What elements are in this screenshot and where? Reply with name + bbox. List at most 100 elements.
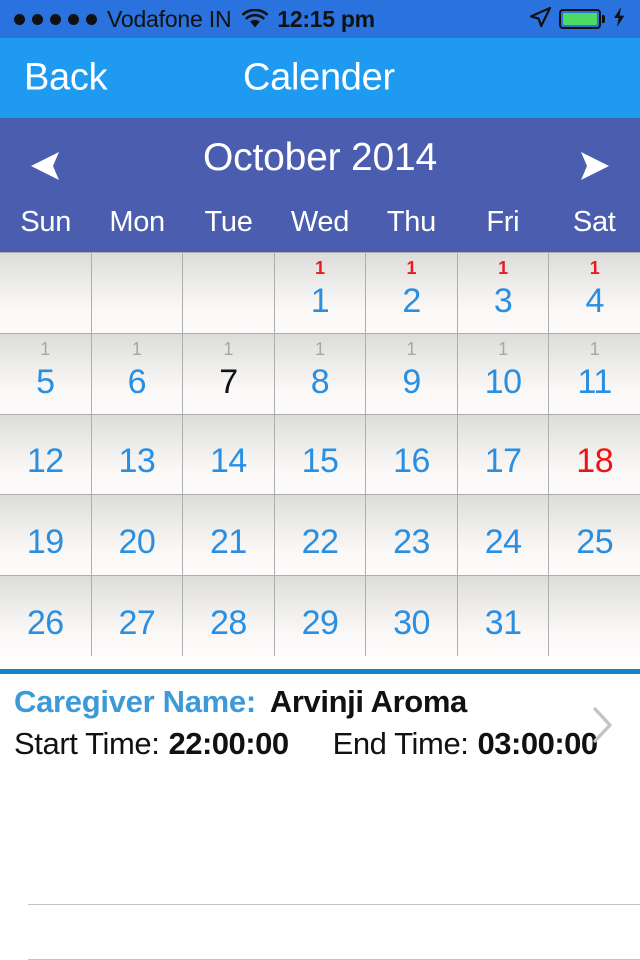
day-number: 19 bbox=[26, 522, 64, 561]
lightning-bolt-icon bbox=[612, 6, 626, 33]
calendar-day-cell[interactable]: 21 bbox=[183, 495, 274, 576]
start-time-value: 22:00:00 bbox=[168, 726, 289, 761]
calendar-day-cell[interactable]: 30 bbox=[366, 576, 457, 656]
weekday-header-row: Sun Mon Tue Wed Thu Fri Sat bbox=[0, 200, 640, 252]
day-number: 16 bbox=[393, 441, 430, 480]
day-number: 15 bbox=[301, 441, 339, 480]
day-number: 29 bbox=[301, 603, 339, 642]
day-event-badge: 1 bbox=[406, 258, 417, 278]
appointment-detail-row[interactable]: Caregiver Name: Arvinji Aroma Start Time… bbox=[0, 674, 640, 775]
calendar-day-cell[interactable]: 28 bbox=[183, 576, 274, 656]
times-line: Start Time: 22:00:00 End Time: 03:00:00 bbox=[14, 726, 598, 762]
caregiver-line: Caregiver Name: Arvinji Aroma bbox=[14, 684, 467, 720]
calendar-day-cell[interactable]: 17 bbox=[183, 333, 274, 414]
day-number: 8 bbox=[310, 363, 330, 402]
calendar-day-cell[interactable]: 1 11 bbox=[549, 333, 640, 414]
day-event-badge: 1 bbox=[314, 338, 325, 359]
weekday-label-wed: Wed bbox=[290, 206, 350, 238]
day-number: 18 bbox=[576, 441, 614, 480]
calendar-screen: Vodafone IN 12:15 pm Back Calender Octob… bbox=[0, 0, 640, 960]
day-number: 21 bbox=[210, 522, 247, 561]
day-number: 2 bbox=[402, 282, 421, 321]
back-button[interactable]: Back bbox=[24, 57, 108, 100]
signal-strength-dots bbox=[14, 13, 97, 25]
calendar-day-cell[interactable]: 12 bbox=[0, 414, 91, 495]
day-number: 20 bbox=[118, 522, 156, 561]
day-number: 30 bbox=[393, 603, 430, 642]
day-event-badge: 1 bbox=[223, 338, 234, 359]
weekday-label-fri: Fri bbox=[486, 206, 520, 238]
empty-list-row-1[interactable] bbox=[0, 775, 640, 905]
chevron-right-icon bbox=[592, 706, 614, 744]
calendar-day-cell[interactable]: 19 bbox=[0, 495, 91, 576]
calendar-cell-empty bbox=[549, 576, 640, 656]
calendar-day-cell[interactable]: 23 bbox=[366, 495, 457, 576]
empty-list-row-2[interactable] bbox=[0, 905, 640, 960]
weekday-label-mon: Mon bbox=[109, 206, 165, 238]
caregiver-name-label: Caregiver Name: bbox=[14, 684, 256, 719]
clock-label: 12:15 pm bbox=[277, 5, 375, 32]
calendar-day-cell[interactable]: 1 10 bbox=[457, 333, 549, 414]
calendar-day-cell[interactable]: 19 bbox=[366, 333, 457, 414]
calendar-day-cell[interactable]: 18 bbox=[549, 414, 640, 495]
calendar-day-cell[interactable]: 15 bbox=[274, 414, 366, 495]
calendar-day-cell[interactable]: 22 bbox=[274, 495, 366, 576]
battery-icon bbox=[559, 9, 605, 29]
day-number: 28 bbox=[210, 603, 247, 642]
day-number: 6 bbox=[127, 363, 147, 402]
weekday-label-tue: Tue bbox=[204, 206, 253, 238]
calendar-day-cell[interactable]: 29 bbox=[274, 576, 366, 656]
carrier-label: Vodafone IN bbox=[107, 5, 232, 32]
calendar-day-cell[interactable]: 12 bbox=[366, 253, 457, 333]
day-event-badge: 1 bbox=[406, 338, 417, 359]
day-event-badge: 1 bbox=[498, 338, 509, 359]
day-number: 7 bbox=[219, 363, 238, 402]
status-bar: Vodafone IN 12:15 pm bbox=[0, 0, 640, 38]
day-event-badge: 1 bbox=[314, 258, 325, 278]
calendar-day-cell[interactable]: 24 bbox=[457, 495, 549, 576]
calendar-day-cell[interactable]: 14 bbox=[549, 253, 640, 333]
weekday-label-sun: Sun bbox=[20, 206, 72, 238]
calendar-cell-empty bbox=[91, 253, 183, 333]
weekday-label-thu: Thu bbox=[386, 206, 436, 238]
end-time-value: 03:00:00 bbox=[477, 726, 599, 761]
calendar-day-cell[interactable]: 31 bbox=[457, 576, 549, 656]
calendar-day-cell[interactable]: 25 bbox=[549, 495, 640, 576]
day-number: 10 bbox=[484, 363, 522, 402]
triangle-right-icon bbox=[574, 149, 614, 186]
calendar-day-cell[interactable]: 18 bbox=[274, 333, 366, 414]
calendar-day-cell[interactable]: 16 bbox=[91, 333, 183, 414]
calendar-day-cell[interactable]: 17 bbox=[457, 414, 549, 495]
calendar-day-cell[interactable]: 20 bbox=[91, 495, 183, 576]
calendar-day-cell[interactable]: 26 bbox=[0, 576, 91, 656]
day-number: 4 bbox=[585, 282, 604, 321]
page-title: Calender bbox=[243, 56, 395, 99]
day-number: 31 bbox=[484, 603, 522, 642]
month-year-label: October 2014 bbox=[203, 136, 437, 179]
day-number: 27 bbox=[118, 603, 156, 642]
caregiver-name-value: Arvinji Aroma bbox=[269, 684, 467, 719]
end-time-label: End Time: bbox=[332, 726, 469, 761]
day-number: 1 bbox=[310, 282, 330, 321]
day-number: 23 bbox=[393, 522, 430, 561]
calendar-day-cell[interactable]: 16 bbox=[366, 414, 457, 495]
calendar-day-cell[interactable]: 14 bbox=[183, 414, 274, 495]
calendar-day-cell[interactable]: 13 bbox=[91, 414, 183, 495]
day-event-badge: 1 bbox=[589, 258, 600, 278]
calendar-day-cell[interactable]: 13 bbox=[457, 253, 549, 333]
wifi-icon bbox=[242, 9, 269, 29]
location-arrow-icon bbox=[528, 6, 552, 33]
navigation-bar: Back Calender bbox=[0, 38, 640, 118]
calendar-grid: 1 1 1 2 1 3 1 4 1 5 1 6 1 7 1 8 1 9 1 10 1 11 12 13 14 15 16 17 18 19… bbox=[0, 252, 640, 656]
next-month-button[interactable] bbox=[564, 144, 624, 190]
calendar-day-cell[interactable]: 11 bbox=[274, 253, 366, 333]
calendar-header: October 2014 Sun Mon Tue Wed Thu Fri Sat bbox=[0, 118, 640, 252]
calendar-cell-empty bbox=[0, 253, 91, 333]
day-number: 22 bbox=[301, 522, 339, 561]
day-number: 24 bbox=[484, 522, 522, 561]
day-number: 9 bbox=[402, 363, 421, 402]
day-number: 12 bbox=[26, 441, 64, 480]
calendar-day-cell[interactable]: 15 bbox=[0, 333, 91, 414]
day-number: 11 bbox=[577, 363, 613, 402]
calendar-day-cell[interactable]: 27 bbox=[91, 576, 183, 656]
